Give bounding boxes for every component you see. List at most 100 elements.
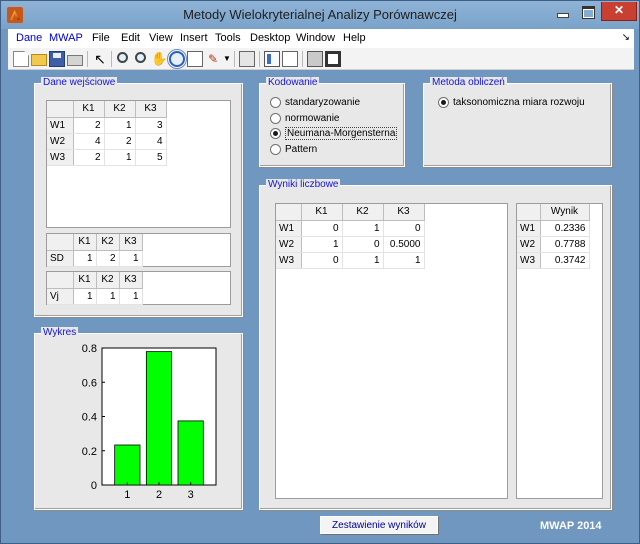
insert-colorbar-icon[interactable]: [264, 51, 280, 67]
rotate-3d-icon[interactable]: [167, 49, 187, 69]
table-header-row: K1 K2 K3: [47, 234, 143, 251]
table-cell[interactable]: 1: [104, 117, 136, 134]
insert-legend-icon[interactable]: [282, 51, 298, 67]
table-cell[interactable]: 1: [119, 250, 143, 267]
title-bar[interactable]: Metody Wielokryterialnej Analizy Porówna…: [1, 1, 639, 29]
print-icon[interactable]: [67, 55, 83, 66]
zoom-in-icon[interactable]: [117, 52, 128, 63]
table-cell[interactable]: 5: [135, 149, 167, 166]
menu-file[interactable]: File: [92, 32, 110, 44]
table-cell[interactable]: 0: [301, 220, 343, 237]
table-row: W3 2 1 5: [47, 149, 167, 166]
chart-panel: Wykres 1 2 3 0 0.2 0.4 0.6 0.8: [34, 327, 243, 510]
row-header: W3: [47, 149, 74, 166]
table-cell[interactable]: 2: [73, 149, 105, 166]
table-row: W3 0 1 1: [276, 252, 425, 269]
table-header: K1: [73, 101, 105, 118]
table-cell[interactable]: 1: [73, 250, 97, 267]
menu-view[interactable]: View: [149, 32, 173, 44]
brush-dropdown-icon[interactable]: ▼: [219, 51, 235, 67]
table-cell[interactable]: 0.2336: [540, 220, 590, 237]
y-tick-label: 0: [91, 480, 97, 492]
toolbar-separator: [302, 51, 303, 67]
table-cell[interactable]: 1: [383, 252, 425, 269]
table-header-row: Wynik: [517, 204, 590, 221]
radio-neumana-morgensterna[interactable]: Neumana-Morgensterna: [270, 126, 398, 140]
table-cell[interactable]: 0.3742: [540, 252, 590, 269]
table-header: K2: [104, 101, 136, 118]
menu-edit[interactable]: Edit: [121, 32, 140, 44]
maximize-button[interactable]: [575, 2, 601, 21]
table-cell[interactable]: 0.5000: [383, 236, 425, 253]
radio-pattern[interactable]: Pattern: [270, 142, 317, 156]
new-figure-icon[interactable]: [13, 51, 29, 67]
table-cell[interactable]: 0: [342, 236, 384, 253]
toolbar: ↖ ✋ ✎ ▼: [8, 48, 634, 70]
input-data-panel: Dane wejściowe K1 K2 K3 W1 2 1 3 W2 4 2 …: [34, 77, 243, 317]
table-cell[interactable]: 4: [135, 133, 167, 150]
menu-help[interactable]: Help: [343, 32, 366, 44]
window-title: Metody Wielokryterialnej Analizy Porówna…: [183, 7, 457, 22]
table-cell[interactable]: 1: [301, 236, 343, 253]
close-button[interactable]: [601, 2, 637, 21]
table-row: W2 4 2 4: [47, 133, 167, 150]
table-cell[interactable]: 1: [73, 288, 97, 305]
menu-mwap[interactable]: MWAP: [49, 32, 83, 44]
table-cell[interactable]: 2: [104, 133, 136, 150]
menu-insert[interactable]: Insert: [180, 32, 208, 44]
table-cell[interactable]: 1: [96, 288, 120, 305]
edit-plot-arrow-icon[interactable]: ↖: [92, 51, 108, 67]
table-header-row: K1 K2 K3: [47, 101, 167, 118]
menu-window[interactable]: Window: [296, 32, 335, 44]
table-cell[interactable]: 1: [342, 220, 384, 237]
row-header: W3: [276, 252, 302, 269]
open-file-icon[interactable]: [31, 54, 47, 66]
show-plot-tools-icon[interactable]: [325, 51, 341, 67]
bar: [177, 420, 204, 486]
table-header: K3: [119, 234, 143, 251]
y-tick-label: 0.8: [82, 343, 97, 355]
bar: [114, 444, 141, 486]
hide-plot-tools-icon[interactable]: [307, 51, 323, 67]
pan-hand-icon[interactable]: ✋: [151, 51, 167, 67]
link-plot-icon[interactable]: [239, 51, 255, 67]
dock-arrow-icon[interactable]: ↘: [622, 32, 630, 43]
table-row: W1 0 1 0: [276, 220, 425, 237]
x-tick-label: 2: [156, 489, 162, 501]
table-header-corner: [47, 272, 74, 289]
menu-dane[interactable]: Dane: [16, 32, 42, 44]
table-cell[interactable]: 3: [135, 117, 167, 134]
minimize-button[interactable]: [549, 2, 575, 21]
input-table[interactable]: K1 K2 K3 W1 2 1 3 W2 4 2 4 W3 2 1 5: [46, 100, 231, 228]
data-cursor-icon[interactable]: [187, 51, 203, 67]
table-cell[interactable]: 0: [301, 252, 343, 269]
menu-desktop[interactable]: Desktop: [250, 32, 290, 44]
table-cell[interactable]: 1: [104, 149, 136, 166]
table-cell[interactable]: 0.7788: [540, 236, 590, 253]
results-table[interactable]: K1 K2 K3 W1 0 1 0 W2 1 0 0.5000 W3 0 1 1: [275, 203, 508, 499]
table-cell[interactable]: 1: [342, 252, 384, 269]
radio-standaryzowanie[interactable]: standaryzowanie: [270, 95, 360, 109]
table-header-corner: [517, 204, 541, 221]
table-header: K3: [119, 272, 143, 289]
table-cell[interactable]: 2: [96, 250, 120, 267]
row-header: W1: [47, 117, 74, 134]
table-cell[interactable]: 1: [119, 288, 143, 305]
table-cell[interactable]: 0: [383, 220, 425, 237]
radio-taksonomiczna[interactable]: taksonomiczna miara rozwoju: [438, 95, 585, 109]
row-header: Vj: [47, 288, 74, 305]
sd-table[interactable]: K1 K2 K3 SD 1 2 1: [46, 233, 231, 267]
x-tick-label: 3: [188, 489, 194, 501]
vj-table[interactable]: K1 K2 K3 Vj 1 1 1: [46, 271, 231, 305]
zoom-out-icon[interactable]: [135, 52, 146, 63]
save-icon[interactable]: [49, 51, 65, 67]
table-cell[interactable]: 2: [73, 117, 105, 134]
summary-button[interactable]: Zestawienie wyników: [320, 516, 438, 534]
scores-table[interactable]: Wynik W1 0.2336 W2 0.7788 W3 0.3742: [516, 203, 603, 499]
table-cell[interactable]: 4: [73, 133, 105, 150]
radio-normowanie[interactable]: normowanie: [270, 111, 339, 125]
menu-tools[interactable]: Tools: [215, 32, 241, 44]
method-panel: Metoda obliczeń taksonomiczna miara rozw…: [423, 77, 612, 167]
bar-chart[interactable]: 1 2 3 0 0.2 0.4 0.6 0.8: [35, 334, 242, 509]
row-header: W2: [47, 133, 74, 150]
